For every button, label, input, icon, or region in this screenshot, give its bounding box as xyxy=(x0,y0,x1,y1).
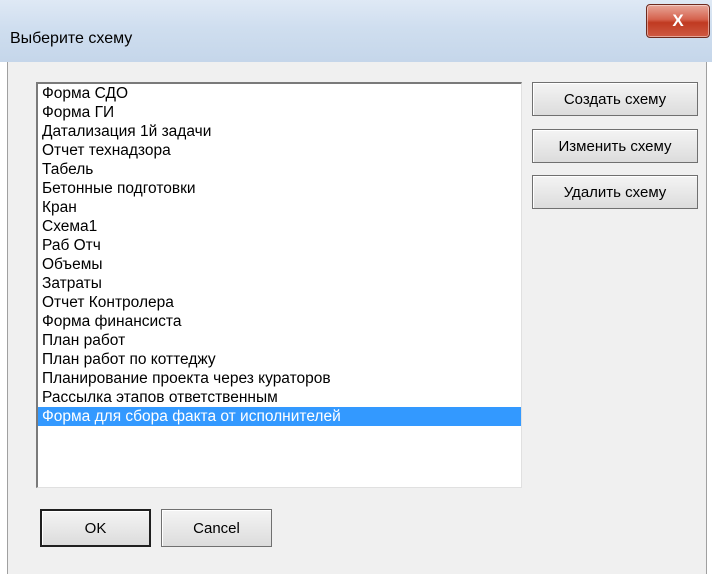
list-item[interactable]: Форма СДО xyxy=(38,84,521,103)
list-item[interactable]: Форма ГИ xyxy=(38,103,521,122)
list-item[interactable]: Планирование проекта через кураторов xyxy=(38,369,521,388)
delete-schema-button[interactable]: Удалить схему xyxy=(532,175,698,209)
list-item[interactable]: Кран xyxy=(38,198,521,217)
schema-list: Форма СДО Форма ГИ Датализация 1й задачи От… xyxy=(38,84,521,426)
list-item[interactable]: Бетонные подготовки xyxy=(38,179,521,198)
dialog-body: Форма СДО Форма ГИ Датализация 1й задачи От… xyxy=(7,62,707,574)
list-item[interactable]: План работ xyxy=(38,331,521,350)
create-schema-button[interactable]: Создать схему xyxy=(532,82,698,116)
close-button[interactable]: X xyxy=(646,4,710,38)
list-item[interactable]: Датализация 1й задачи xyxy=(38,122,521,141)
list-item[interactable]: Форма финансиста xyxy=(38,312,521,331)
list-item[interactable]: Затраты xyxy=(38,274,521,293)
list-item[interactable]: План работ по коттеджу xyxy=(38,350,521,369)
close-icon: X xyxy=(672,11,684,30)
list-item[interactable]: Табель xyxy=(38,160,521,179)
list-item[interactable]: Форма для сбора факта от исполнителей xyxy=(38,407,521,426)
schema-listbox[interactable]: Форма СДО Форма ГИ Датализация 1й задачи От… xyxy=(36,82,522,488)
list-item[interactable]: Раб Отч xyxy=(38,236,521,255)
list-item[interactable]: Объемы xyxy=(38,255,521,274)
edit-schema-button[interactable]: Изменить схему xyxy=(532,129,698,163)
list-item[interactable]: Рассылка этапов ответственным xyxy=(38,388,521,407)
cancel-button[interactable]: Cancel xyxy=(161,509,272,547)
window-title: Выберите схему xyxy=(10,30,133,47)
list-item[interactable]: Отчет технадзора xyxy=(38,141,521,160)
title-bar[interactable]: Выберите схему X xyxy=(0,0,712,62)
list-item[interactable]: Отчет Контролера xyxy=(38,293,521,312)
list-item[interactable]: Схема1 xyxy=(38,217,521,236)
ok-button[interactable]: OK xyxy=(40,509,151,547)
